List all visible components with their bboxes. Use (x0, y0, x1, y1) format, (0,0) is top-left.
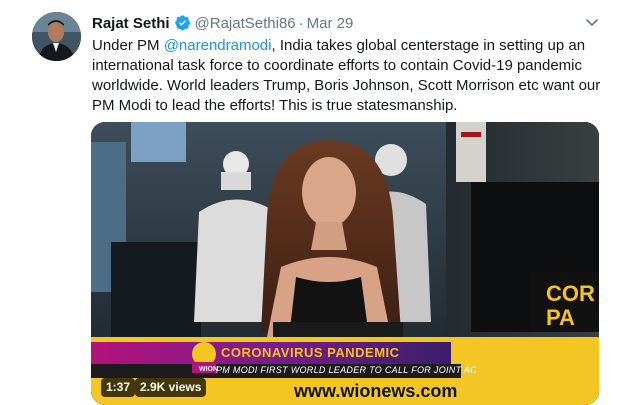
tweet-date[interactable]: Mar 29 (307, 15, 354, 32)
header-separator: · (298, 15, 304, 32)
tweet[interactable]: Rajat Sethi @RajatSethi86 · Mar 29 Under PM… (0, 0, 620, 405)
author-handle[interactable]: @RajatSethi86 (195, 15, 296, 32)
author-name[interactable]: Rajat Sethi (92, 15, 170, 32)
avatar[interactable] (32, 12, 81, 61)
verified-badge-icon (174, 15, 190, 31)
ticker-headline: CORONAVIRUS PANDEMIC (221, 345, 400, 360)
ticker-url: www.wionews.com (294, 381, 458, 401)
channel-logo: WION (199, 366, 219, 373)
video-views-badge: 2.9K views (135, 378, 207, 397)
side-graphic-line-1: COR (546, 282, 595, 306)
ticker-subheadline: PM MODI FIRST WORLD LEADER TO CALL FOR J… (216, 365, 477, 375)
tweet-text: Under PM @narendramodi, India takes glob… (92, 36, 612, 116)
tweet-header: Rajat Sethi @RajatSethi86 · Mar 29 (92, 14, 353, 34)
chevron-down-icon[interactable] (584, 14, 600, 30)
tweet-text-start: Under PM (92, 37, 164, 54)
video-player[interactable]: CORONAVIRUS PANDEMIC PM MODI FIRST WORLD… (91, 122, 599, 405)
mention-link[interactable]: @narendramodi (164, 37, 272, 54)
avatar-image (32, 12, 81, 61)
video-duration-badge: 1:37 (101, 378, 136, 397)
video-frame (91, 122, 599, 405)
side-graphic-line-2: PA (546, 305, 575, 330)
side-graphic-text: COR PA (546, 282, 599, 332)
